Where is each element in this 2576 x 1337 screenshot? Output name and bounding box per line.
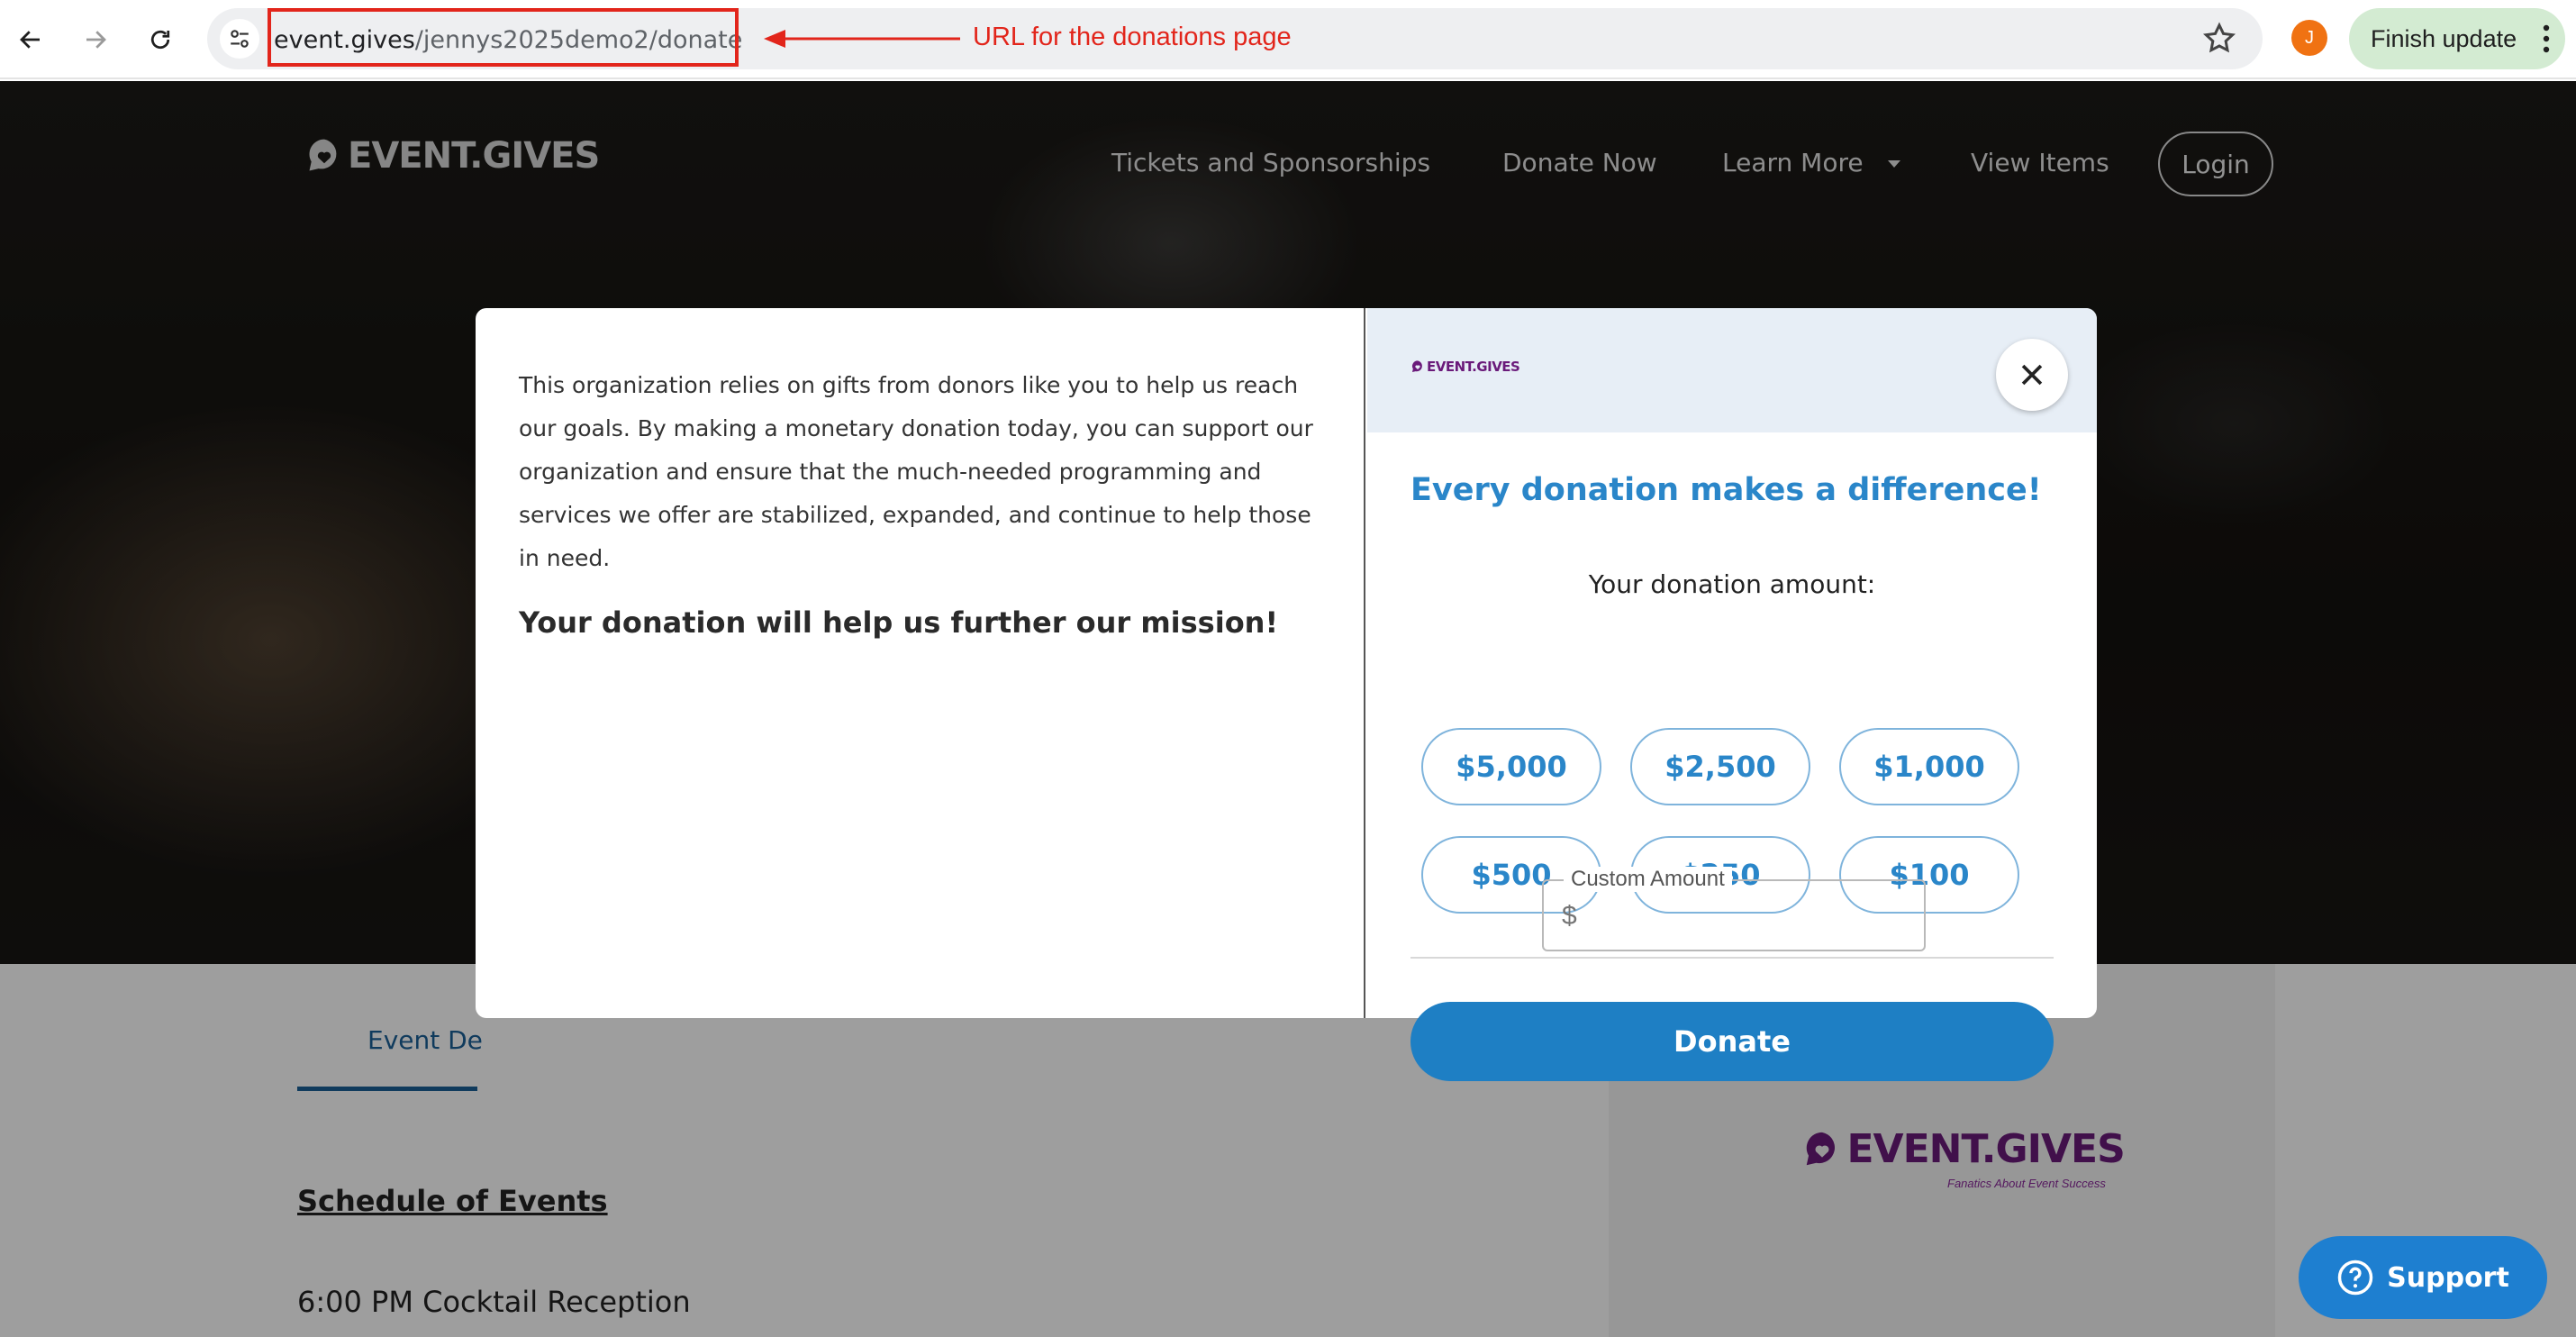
- donation-form-panel: EVENT.GIVES Every donation makes a diffe…: [1367, 308, 2097, 1018]
- reload-button[interactable]: [139, 18, 182, 61]
- tune-icon: [231, 30, 249, 48]
- back-button[interactable]: [9, 18, 52, 61]
- donate-button[interactable]: Donate: [1410, 1002, 2054, 1081]
- donation-description: This organization relies on gifts from d…: [519, 372, 1313, 571]
- mini-logo-text: EVENT.GIVES: [1427, 359, 1520, 375]
- help-circle-icon: [2337, 1260, 2373, 1296]
- annotation-label: URL for the donations page: [973, 23, 1292, 51]
- url-highlight-box: [268, 8, 739, 67]
- mini-logo: EVENT.GIVES: [1410, 359, 1520, 375]
- donation-modal: This organization relies on gifts from d…: [476, 308, 2097, 1018]
- support-button[interactable]: Support: [2299, 1236, 2547, 1319]
- profile-avatar[interactable]: J: [2291, 20, 2327, 56]
- annotation-arrow-icon: [764, 30, 960, 48]
- close-button[interactable]: [1996, 339, 2068, 411]
- back-arrow-icon: [20, 31, 40, 49]
- more-vert-icon: [2543, 24, 2550, 53]
- amount-button-5000[interactable]: $5,000: [1421, 728, 1601, 805]
- donation-form-header: EVENT.GIVES: [1367, 308, 2097, 432]
- donation-amount-label: Your donation amount:: [1588, 569, 1876, 599]
- donation-heading: Every donation makes a difference!: [1410, 472, 2042, 508]
- amount-button-2500[interactable]: $2,500: [1630, 728, 1810, 805]
- finish-update-button[interactable]: Finish update: [2349, 8, 2565, 69]
- amount-button-1000[interactable]: $1,000: [1839, 728, 2019, 805]
- modal-description-panel: This organization relies on gifts from d…: [476, 308, 1365, 1018]
- custom-amount-label: Custom Amount: [1564, 867, 1732, 892]
- custom-amount-input[interactable]: [1562, 901, 1904, 932]
- web-page: EVENT.GIVES Tickets and Sponsorships Don…: [0, 81, 2576, 1337]
- site-info-button[interactable]: [220, 19, 259, 59]
- mission-statement: Your donation will help us further our m…: [519, 605, 1279, 640]
- reload-icon: [150, 30, 170, 50]
- support-label: Support: [2387, 1261, 2509, 1294]
- heart-chat-icon: [1411, 360, 1422, 372]
- bookmark-star-icon[interactable]: [2201, 21, 2237, 57]
- forward-button[interactable]: [74, 18, 117, 61]
- form-divider: [1410, 957, 2054, 959]
- close-icon: [2021, 364, 2043, 386]
- custom-amount-field[interactable]: Custom Amount: [1542, 867, 1926, 951]
- forward-arrow-icon: [86, 31, 106, 49]
- browser-toolbar: event.gives/jennys2025demo2/donate URL f…: [0, 0, 2576, 79]
- finish-update-label: Finish update: [2371, 24, 2517, 52]
